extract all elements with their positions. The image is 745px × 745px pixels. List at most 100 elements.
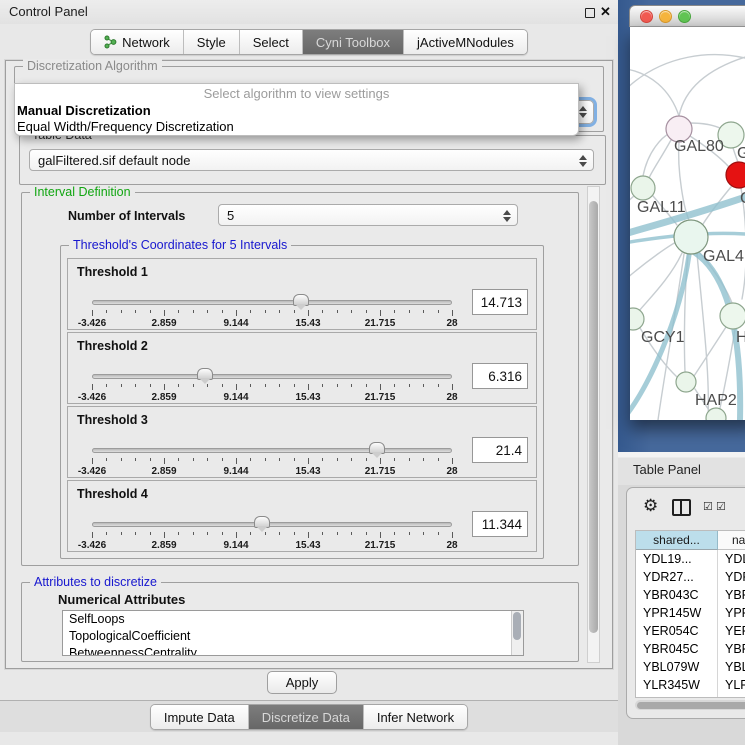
column-header[interactable]: na bbox=[718, 531, 745, 550]
tab-cyni-toolbox[interactable]: Cyni Toolbox bbox=[302, 30, 403, 54]
attribute-list-item[interactable]: TopologicalCoefficient bbox=[63, 628, 523, 645]
table-row[interactable]: YLR345WYLR3 bbox=[636, 676, 745, 694]
scrollbar-thumb[interactable] bbox=[637, 702, 745, 709]
network-window-titlebar[interactable] bbox=[629, 5, 745, 27]
threshold-slider[interactable]: -3.4262.8599.14415.4321.71528 bbox=[92, 445, 452, 477]
select-columns-checkbox-icon[interactable]: ☑ bbox=[716, 500, 726, 513]
threshold-value-field[interactable]: 6.316 bbox=[472, 363, 528, 389]
scrollbar-thumb[interactable] bbox=[513, 612, 521, 640]
threshold-label: Threshold 1 bbox=[77, 265, 148, 279]
panel-title: Control Panel bbox=[9, 4, 88, 19]
combo-stepper-icon bbox=[578, 154, 587, 168]
slider-track[interactable] bbox=[92, 522, 452, 527]
tick-label: 15.43 bbox=[295, 466, 320, 477]
hap2-node[interactable] bbox=[676, 372, 696, 392]
table-cell: YLR345W bbox=[636, 676, 718, 694]
table-row[interactable]: YER054CYER0 bbox=[636, 622, 745, 640]
close-traffic-light-icon[interactable] bbox=[640, 10, 653, 23]
algorithm-option[interactable]: Equal Width/Frequency Discretization bbox=[15, 119, 578, 135]
bottom-tab-bar: Impute Data Discretize Data Infer Networ… bbox=[0, 704, 618, 730]
table-cell: YDL19... bbox=[636, 550, 718, 568]
node-attribute-table[interactable]: shared...na YDL19...YDL1YDR27...YDR2YBR0… bbox=[635, 530, 745, 698]
node-label: H bbox=[736, 329, 745, 346]
threshold-value-field[interactable]: 21.4 bbox=[472, 437, 528, 463]
attribute-list-item[interactable]: BetweennessCentrality bbox=[63, 645, 523, 656]
attribute-list[interactable]: SelfLoopsTopologicalCoefficientBetweenne… bbox=[62, 610, 524, 656]
tick-label: 2.859 bbox=[151, 392, 176, 403]
table-cell: YBR045C bbox=[636, 640, 718, 658]
tab-impute-data[interactable]: Impute Data bbox=[151, 705, 248, 729]
algorithm-option[interactable]: Manual Discretization bbox=[15, 103, 578, 119]
horizontal-scrollbar[interactable] bbox=[635, 700, 745, 710]
numerical-attributes-label: Numerical Attributes bbox=[58, 592, 185, 607]
tick-label: 28 bbox=[446, 466, 457, 477]
table-row[interactable]: YDR27...YDR2 bbox=[636, 568, 745, 586]
table-panel: ⚙ ☑ ☑ shared...na YDL19...YDL1YDR27...YD… bbox=[626, 487, 745, 719]
table-row[interactable]: YBL079WYBL0 bbox=[636, 658, 745, 676]
table-cell: YBL079W bbox=[636, 658, 718, 676]
threshold-label: Threshold 2 bbox=[77, 339, 148, 353]
split-columns-icon[interactable] bbox=[672, 499, 691, 516]
threshold-panel: Threshold 2-3.4262.8599.14415.4321.71528… bbox=[67, 332, 537, 404]
node-label: GAL80 bbox=[674, 138, 724, 155]
network-icon bbox=[104, 35, 117, 49]
gal11-node[interactable] bbox=[631, 176, 655, 200]
threshold-value-field[interactable]: 14.713 bbox=[472, 289, 528, 315]
slider-track[interactable] bbox=[92, 448, 452, 453]
network-edge bbox=[643, 133, 670, 176]
tick-label: 15.43 bbox=[295, 540, 320, 551]
settings-gear-icon[interactable]: ⚙ bbox=[643, 496, 658, 516]
table-row[interactable]: YBR043CYBR0 bbox=[636, 586, 745, 604]
node-label: GAL11 bbox=[637, 199, 686, 216]
tick-label: 9.144 bbox=[223, 392, 248, 403]
select-all-checkbox-icon[interactable]: ☑ bbox=[703, 500, 713, 513]
tab-style[interactable]: Style bbox=[183, 30, 239, 54]
network-edge bbox=[649, 140, 671, 178]
threshold-slider[interactable]: -3.4262.8599.14415.4321.71528 bbox=[92, 519, 452, 551]
slider-ticks bbox=[92, 458, 452, 466]
network-canvas[interactable]: GAL80GACGAL11GAL4GCY1HHAP2 bbox=[630, 27, 745, 420]
slider-track[interactable] bbox=[92, 374, 452, 379]
tab-select[interactable]: Select bbox=[239, 30, 302, 54]
screen: Control Panel ✕ Network Style bbox=[0, 0, 745, 745]
minimize-traffic-light-icon[interactable] bbox=[659, 10, 672, 23]
tab-network[interactable]: Network bbox=[91, 30, 183, 54]
attribute-list-item[interactable]: SelfLoops bbox=[63, 611, 523, 628]
slider-thumb[interactable] bbox=[254, 516, 270, 528]
column-header[interactable]: shared... bbox=[636, 531, 718, 550]
vertical-scrollbar[interactable] bbox=[587, 186, 600, 663]
table-row[interactable]: YDL19...YDL1 bbox=[636, 550, 745, 568]
tab-infer-network[interactable]: Infer Network bbox=[363, 705, 467, 729]
h-node[interactable] bbox=[720, 303, 745, 329]
apply-button[interactable]: Apply bbox=[267, 671, 337, 694]
table-row[interactable]: YIL052CYIL0 bbox=[636, 694, 745, 698]
tab-discretize-data[interactable]: Discretize Data bbox=[248, 705, 363, 729]
slider-track[interactable] bbox=[92, 300, 452, 305]
threshold-value-field[interactable]: 11.344 bbox=[472, 511, 528, 537]
threshold-slider[interactable]: -3.4262.8599.14415.4321.71528 bbox=[92, 297, 452, 329]
zoom-traffic-light-icon[interactable] bbox=[678, 10, 691, 23]
scrollbar-thumb[interactable] bbox=[589, 201, 598, 633]
slider-thumb[interactable] bbox=[197, 368, 213, 380]
close-icon[interactable]: ✕ bbox=[600, 4, 611, 20]
network-edge bbox=[630, 241, 678, 279]
tab-jactivemnodules[interactable]: jActiveMNodules bbox=[403, 30, 527, 54]
float-window-icon[interactable] bbox=[585, 8, 595, 18]
gcy1-node[interactable] bbox=[630, 308, 644, 330]
slider-thumb[interactable] bbox=[369, 442, 385, 454]
tick-label: 9.144 bbox=[223, 466, 248, 477]
attribute-list-scrollbar[interactable] bbox=[511, 611, 523, 655]
table-row[interactable]: YPR145WYPR1 bbox=[636, 604, 745, 622]
slider-thumb[interactable] bbox=[293, 294, 309, 306]
table-data-select[interactable]: galFiltered.sif default node bbox=[29, 149, 594, 171]
network-edge bbox=[679, 55, 745, 116]
table-row[interactable]: YBR045CYBR0 bbox=[636, 640, 745, 658]
table-cell: YBR043C bbox=[636, 586, 718, 604]
num-intervals-select[interactable]: 5 bbox=[218, 204, 518, 226]
table-cell: YBR0 bbox=[718, 586, 745, 604]
tick-label: 28 bbox=[446, 392, 457, 403]
network-view-window: GAL80GACGAL11GAL4GCY1HHAP2 bbox=[629, 5, 745, 420]
node-label: GA bbox=[737, 145, 745, 162]
table-cell: YPR145W bbox=[636, 604, 718, 622]
threshold-slider[interactable]: -3.4262.8599.14415.4321.71528 bbox=[92, 371, 452, 403]
